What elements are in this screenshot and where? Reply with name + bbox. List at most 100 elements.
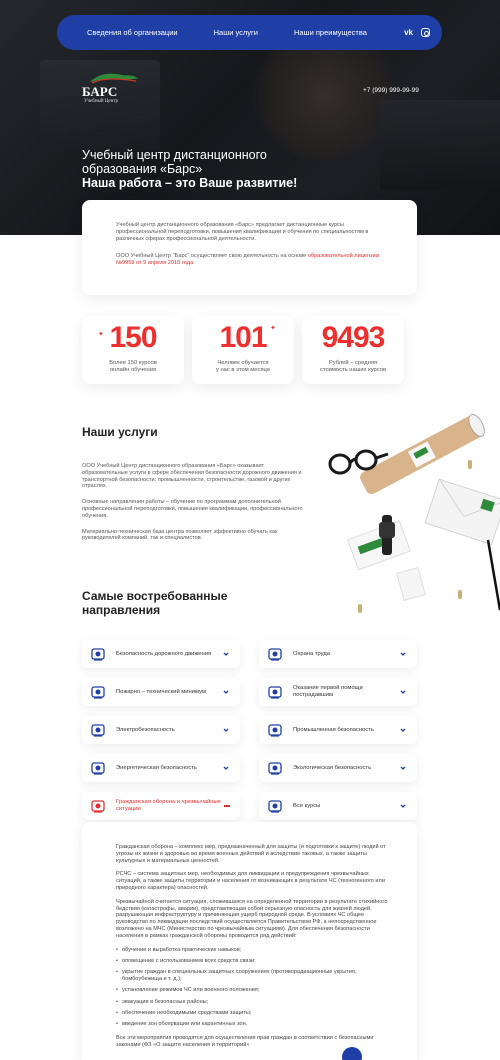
direction-card[interactable]: Электробезопасность (82, 716, 240, 744)
chevron-down-icon[interactable] (399, 726, 407, 734)
direction-card[interactable]: Гражданская оборона и чрезвычайные ситуа… (82, 792, 240, 820)
direction-card-label: Пожарно – технический минимум (116, 688, 206, 695)
chevron-down-icon[interactable] (399, 764, 407, 772)
sparkle-icon: ✦ (270, 325, 276, 332)
stat-caption-line: Человек обучается (217, 360, 269, 366)
hero-title: Учебный центр дистанционного образования… (82, 148, 362, 190)
stat-caption-line: стоимость наших курсов (319, 367, 387, 373)
phone-number[interactable]: +7 (999) 999-99-99 (363, 87, 419, 94)
worker-icon (268, 648, 282, 661)
intro-text: Учебный центр дистанционного образования… (116, 222, 369, 242)
direction-card-label: Охрана труда (293, 650, 330, 657)
direction-card-label: Оказание первой помощи пострадавшим (293, 685, 363, 698)
office-supplies-illustration (328, 414, 500, 613)
license-text: ООО Учебный Центр "Барс" осуществляет св… (116, 253, 393, 267)
stat-card-courses: ✦ 150 Более 150 курсов онлайн обучения (82, 316, 184, 384)
instagram-icon[interactable] (421, 28, 430, 37)
services-heading-plain: Наши (82, 425, 115, 439)
direction-card[interactable]: Промышленная безопасность (259, 716, 417, 744)
stat-card-price: ✦ 9493 Рублей – средняя стоимость наших … (302, 316, 404, 384)
chevron-down-icon[interactable] (222, 764, 230, 772)
direction-card[interactable]: Оказание первой помощи пострадавшим (259, 678, 417, 706)
list-item: введение зон обсервации или карантинных … (116, 1021, 393, 1028)
stat-value: 101 (219, 321, 267, 354)
direction-card[interactable]: Энергетическая безопасность (82, 754, 240, 782)
chevron-down-icon[interactable] (222, 688, 230, 696)
civil-defense-icon (91, 800, 105, 813)
directions-heading-plain: Самые востребованные (82, 589, 228, 603)
direction-card[interactable]: Экологическая безопасность (259, 754, 417, 782)
chevron-down-icon[interactable] (222, 650, 230, 658)
stat-caption-line: Более 150 курсов (109, 360, 157, 366)
logo-subtitle: Учебный Центр (84, 99, 119, 104)
direction-card-label: Все курсы (293, 802, 321, 809)
direction-card[interactable]: Безопасность дорожного движения (82, 640, 240, 668)
directions-grid: Безопасность дорожного движения Охрана тр… (82, 640, 417, 820)
vk-icon[interactable]: vk (404, 28, 413, 37)
direction-card[interactable]: Охрана труда (259, 640, 417, 668)
leopard-logo-icon (90, 73, 138, 84)
stat-caption: Рублей – средняя стоимость наших курсов (302, 360, 404, 374)
stat-caption-line: у нас в этом месяце (215, 367, 271, 373)
chevron-down-icon[interactable] (222, 726, 230, 734)
detail-paragraph: Гражданская оборона – комплекс мер, пред… (116, 844, 386, 864)
services-paragraph: Материально-техническая база центра позв… (82, 528, 278, 542)
direction-card[interactable]: Пожарно – технический минимум (82, 678, 240, 706)
services-paragraph: ООО Учебный Центр дистанционного образов… (82, 463, 302, 490)
fire-truck-icon (91, 686, 105, 699)
license-prefix: ООО Учебный Центр "Барс" осуществляет св… (116, 253, 307, 259)
envelope (424, 478, 500, 545)
logo[interactable]: БАРС Учебный Центр (82, 70, 142, 110)
direction-detail-panel: Гражданская оборона – комплекс мер, пред… (82, 822, 417, 1060)
detail-paragraph: РСЧС – система защитных мер, необходимых… (116, 871, 385, 891)
chevron-down-icon[interactable] (399, 688, 407, 696)
direction-card-label: Гражданская оборона и чрезвычайные ситуа… (116, 799, 221, 812)
stat-value: 150 (109, 321, 157, 354)
stat-card-students: ✦ 101 Человек обучается у нас в этом мес… (192, 316, 294, 384)
list-item: установление режимов ЧС или военного пол… (116, 987, 393, 994)
sparkle-icon: ✦ (98, 331, 104, 338)
stat-value: 9493 (321, 321, 386, 354)
detail-paragraph: Чрезвычайной считается ситуация, сложивш… (116, 898, 388, 939)
services-heading: Наши услуги (82, 425, 158, 439)
chat-widget-button[interactable] (342, 1047, 362, 1060)
factory-icon (268, 724, 282, 737)
business-card (347, 520, 411, 571)
direction-card-label: Энергетическая безопасность (116, 764, 197, 771)
direction-card[interactable]: Все курсы (259, 792, 417, 820)
list-item: обеспечение необходимыми средствами защи… (116, 1010, 393, 1017)
direction-card-label: Экологическая безопасность (293, 764, 372, 771)
hero-title-line2: образования «Барс» (82, 162, 203, 176)
top-navigation: Сведения об организации Наши услуги Наши… (57, 15, 442, 50)
traffic-light-icon (91, 648, 105, 661)
list-item: оповещение с использованием всех средств… (116, 958, 393, 965)
directions-heading: Самые востребованные направления (82, 589, 227, 617)
nav-link-about[interactable]: Сведения об организации (87, 28, 178, 37)
direction-card-label: Безопасность дорожного движения (116, 650, 212, 657)
stat-caption: Человек обучается у нас в этом месяце (192, 360, 294, 374)
sparkle-icon: ✦ (324, 327, 330, 334)
nav-link-services[interactable]: Наши услуги (214, 28, 258, 37)
logo-brand-text: БАРС (82, 84, 118, 99)
chevron-down-icon[interactable] (399, 802, 407, 810)
hero-title-line1: Учебный центр дистанционного (82, 148, 267, 162)
direction-card-label: Электробезопасность (116, 726, 175, 733)
chevron-down-icon[interactable] (399, 650, 407, 658)
electricity-icon (91, 724, 105, 737)
all-courses-icon (268, 800, 282, 813)
list-item: укрытие граждан в специальных защитных с… (116, 969, 393, 983)
nav-link-advantages[interactable]: Наши преимущества (294, 28, 367, 37)
stat-caption-line: онлайн обучения (109, 367, 157, 373)
hero-slogan: Наша работа – это Ваше развитие! (82, 176, 298, 190)
power-plant-icon (91, 762, 105, 775)
services-paragraph: Основные направления работы – обучение п… (82, 499, 303, 519)
first-aid-icon (268, 686, 282, 699)
collapse-icon[interactable] (224, 805, 230, 807)
list-item: обучение и выработка практических навыко… (116, 947, 393, 954)
stats-row: ✦ 150 Более 150 курсов онлайн обучения ✦… (82, 316, 417, 384)
intro-card: Учебный центр дистанционного образования… (82, 200, 417, 295)
services-text: ООО Учебный Центр дистанционного образов… (82, 463, 307, 551)
stat-caption-line: Рублей – средняя (328, 360, 378, 366)
services-heading-bold: услуги (118, 425, 158, 439)
eco-icon (268, 762, 282, 775)
